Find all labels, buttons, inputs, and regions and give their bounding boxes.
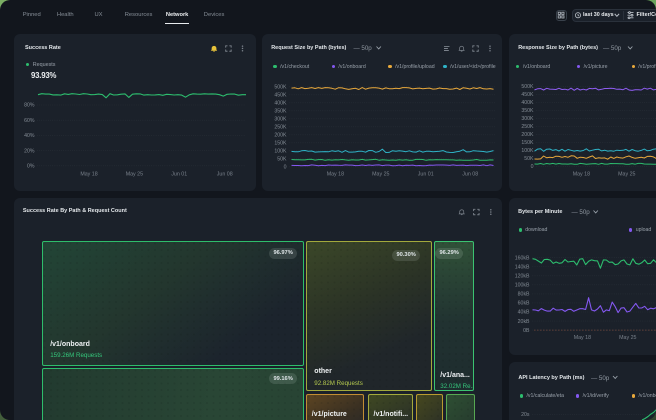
svg-text:100K: 100K bbox=[274, 149, 287, 155]
svg-text:160kB: 160kB bbox=[514, 255, 529, 261]
svg-text:60%: 60% bbox=[24, 118, 35, 124]
svg-text:May 18: May 18 bbox=[326, 172, 343, 178]
svg-text:50K: 50K bbox=[524, 156, 534, 162]
svg-text:May 18: May 18 bbox=[80, 172, 97, 178]
svg-text:20s: 20s bbox=[521, 412, 530, 418]
svg-text:Jun 08: Jun 08 bbox=[217, 172, 233, 178]
svg-text:40%: 40% bbox=[24, 133, 35, 139]
svg-text:80kB: 80kB bbox=[517, 291, 529, 297]
svg-text:May 25: May 25 bbox=[619, 335, 636, 341]
svg-text:May 18: May 18 bbox=[572, 172, 589, 178]
svg-text:300K: 300K bbox=[274, 117, 287, 123]
svg-text:0: 0 bbox=[530, 164, 533, 170]
svg-text:150K: 150K bbox=[521, 140, 534, 146]
svg-text:May 18: May 18 bbox=[573, 335, 590, 341]
svg-text:140kB: 140kB bbox=[514, 264, 529, 270]
svg-text:400K: 400K bbox=[521, 100, 534, 106]
svg-text:200K: 200K bbox=[274, 133, 287, 139]
svg-text:450K: 450K bbox=[274, 93, 287, 99]
svg-text:450K: 450K bbox=[521, 92, 534, 98]
svg-text:0%: 0% bbox=[27, 164, 35, 170]
svg-text:200K: 200K bbox=[521, 132, 534, 138]
svg-text:40kB: 40kB bbox=[517, 309, 529, 315]
svg-text:100kB: 100kB bbox=[514, 282, 529, 288]
svg-text:0B: 0B bbox=[523, 327, 530, 333]
svg-text:100K: 100K bbox=[521, 148, 534, 154]
svg-text:20%: 20% bbox=[24, 148, 35, 154]
svg-text:250K: 250K bbox=[521, 124, 534, 130]
svg-text:300K: 300K bbox=[521, 116, 534, 122]
svg-text:Jun 08: Jun 08 bbox=[462, 172, 478, 178]
svg-text:May 25: May 25 bbox=[618, 172, 635, 178]
svg-text:Jun 01: Jun 01 bbox=[171, 172, 187, 178]
svg-text:350K: 350K bbox=[274, 109, 287, 115]
svg-text:150K: 150K bbox=[274, 141, 287, 147]
svg-text:120kB: 120kB bbox=[514, 273, 529, 279]
svg-text:60kB: 60kB bbox=[517, 300, 529, 306]
svg-text:350K: 350K bbox=[521, 108, 534, 114]
svg-text:20kB: 20kB bbox=[517, 318, 529, 324]
svg-text:500K: 500K bbox=[274, 85, 287, 91]
svg-text:500K: 500K bbox=[521, 84, 534, 90]
svg-text:80%: 80% bbox=[24, 103, 35, 109]
svg-text:0: 0 bbox=[283, 165, 286, 171]
svg-text:May 25: May 25 bbox=[126, 172, 143, 178]
svg-text:400K: 400K bbox=[274, 101, 287, 107]
svg-text:250K: 250K bbox=[274, 125, 287, 131]
svg-text:50K: 50K bbox=[277, 157, 287, 163]
svg-text:Jun 01: Jun 01 bbox=[417, 172, 433, 178]
svg-text:May 25: May 25 bbox=[372, 172, 389, 178]
